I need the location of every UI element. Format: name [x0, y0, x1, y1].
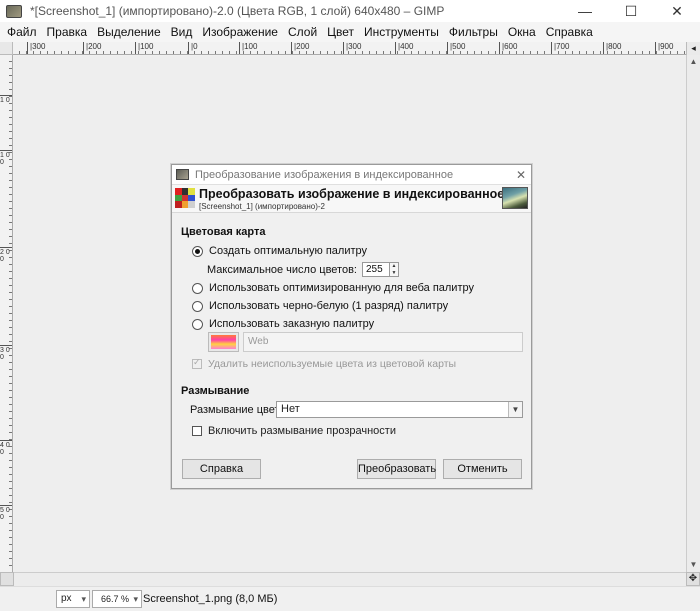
ruler-label: 1 0 — [0, 95, 12, 104]
menu-file[interactable]: Файл — [2, 25, 42, 39]
chevron-down-icon[interactable]: ▼ — [508, 402, 522, 417]
ruler-label: 2 0 0 — [0, 247, 12, 263]
menu-filters[interactable]: Фильтры — [444, 25, 503, 39]
dither-color-value: Нет — [281, 403, 300, 415]
remove-unused-checkbox-row[interactable]: Удалить неиспользуемые цвета из цветовой… — [192, 357, 457, 370]
menu-layer[interactable]: Слой — [283, 25, 322, 39]
custom-palette-field[interactable]: Web — [243, 332, 523, 352]
ruler-label: 5 0 0 — [0, 505, 12, 521]
radio-button[interactable] — [192, 282, 203, 294]
radio-button-checked[interactable] — [192, 245, 203, 257]
dialog-window-title: Преобразование изображения в индексирова… — [195, 168, 454, 181]
navigate-icon[interactable]: ✥ — [686, 572, 700, 586]
unit-select[interactable]: px — [56, 590, 90, 608]
menu-windows[interactable]: Окна — [503, 25, 541, 39]
max-colors-input[interactable]: 255 — [361, 262, 390, 277]
ruler-label: |100 — [239, 42, 257, 54]
ruler-label: |500 — [447, 42, 465, 54]
convert-button[interactable]: Преобразовать — [357, 459, 436, 479]
dither-color-select[interactable]: Нет ▼ — [276, 401, 523, 418]
convert-indexed-dialog: Преобразование изображения в индексирова… — [171, 164, 532, 489]
ruler-label: |100 — [135, 42, 153, 54]
radio-label: Создать оптимальную палитру — [209, 245, 367, 257]
ruler-label: |700 — [551, 42, 569, 54]
radio-button[interactable] — [192, 318, 203, 330]
scroll-up-icon[interactable]: ▲ — [687, 55, 700, 69]
radio-custom-palette[interactable]: Использовать заказную палитру — [192, 318, 374, 330]
close-button[interactable]: ✕ — [654, 0, 700, 22]
max-colors-row: Максимальное число цветов: 255 ▲ ▼ — [207, 262, 399, 277]
dither-transparency-row[interactable]: Включить размывание прозрачности — [192, 425, 396, 437]
menu-tools[interactable]: Инструменты — [359, 25, 444, 39]
dialog-header-title: Преобразовать изображение в индексирован… — [199, 187, 505, 201]
navigate-corner-icon[interactable]: ◂ — [686, 42, 700, 55]
radio-optimal-palette[interactable]: Создать оптимальную палитру — [192, 245, 367, 257]
max-colors-label: Максимальное число цветов: — [207, 263, 357, 276]
menu-view[interactable]: Вид — [166, 25, 198, 39]
cancel-button[interactable]: Отменить — [443, 459, 522, 479]
ruler-label: |800 — [603, 42, 621, 54]
window-title: *[Screenshot_1] (импортировано)-2.0 (Цве… — [30, 4, 445, 18]
menu-colors[interactable]: Цвет — [322, 25, 359, 39]
dither-transparency-label: Включить размывание прозрачности — [208, 425, 396, 437]
ruler-label: |0 — [188, 42, 198, 54]
custom-palette-swatch[interactable] — [208, 332, 239, 352]
image-thumbnail — [502, 187, 528, 209]
radio-label: Использовать черно-белую (1 разряд) пали… — [209, 300, 449, 312]
ruler-label: 3 0 0 — [0, 345, 12, 361]
gimp-dialog-icon — [176, 169, 189, 180]
menu-help[interactable]: Справка — [541, 25, 598, 39]
scroll-down-icon[interactable]: ▼ — [687, 558, 700, 572]
minimize-button[interactable]: — — [562, 0, 608, 22]
dither-transparency-checkbox[interactable] — [192, 426, 202, 436]
menu-bar: Файл Правка Выделение Вид Изображение Сл… — [0, 22, 700, 42]
quick-mask-toggle[interactable] — [0, 572, 14, 586]
spin-down-icon[interactable]: ▼ — [390, 270, 398, 277]
gimp-app-icon — [6, 4, 22, 18]
ruler-corner-button[interactable] — [0, 42, 13, 55]
ruler-label: |900 — [655, 42, 673, 54]
menu-select[interactable]: Выделение — [92, 25, 166, 39]
ruler-label: |400 — [395, 42, 413, 54]
ruler-label: |200 — [291, 42, 309, 54]
help-button[interactable]: Справка — [182, 459, 261, 479]
radio-label: Использовать оптимизированную для веба п… — [209, 282, 474, 294]
ruler-label: |300 — [343, 42, 361, 54]
vertical-ruler[interactable]: 1 0 1 0 0 2 0 0 3 0 0 4 0 0 5 0 0 — [0, 55, 13, 572]
colormap-section-label: Цветовая карта — [181, 226, 266, 238]
dialog-close-button[interactable]: ✕ — [511, 168, 531, 182]
ruler-label: |200 — [83, 42, 101, 54]
radio-web-palette[interactable]: Использовать оптимизированную для веба п… — [192, 282, 474, 294]
status-bar: px 66.7 % Screenshot_1.png (8,0 МБ) — [0, 586, 700, 611]
status-file-info: Screenshot_1.png (8,0 МБ) — [143, 593, 278, 605]
remove-unused-checkbox[interactable] — [192, 357, 202, 369]
ruler-label: 4 0 0 — [0, 440, 12, 456]
dither-section-label: Размывание — [181, 385, 250, 397]
dialog-titlebar: Преобразование изображения в индексирова… — [172, 165, 531, 185]
remove-unused-label: Удалить неиспользуемые цвета из цветовой… — [208, 358, 457, 370]
ruler-label: |600 — [499, 42, 517, 54]
radio-bw-palette[interactable]: Использовать черно-белую (1 разряд) пали… — [192, 300, 448, 312]
vertical-scrollbar[interactable]: ▲ ▼ — [686, 55, 700, 572]
max-colors-spinner[interactable]: ▲ ▼ — [389, 262, 399, 277]
zoom-select[interactable]: 66.7 % — [92, 590, 142, 608]
menu-image[interactable]: Изображение — [197, 25, 283, 39]
ruler-label: |300 — [27, 42, 45, 54]
window-titlebar: *[Screenshot_1] (импортировано)-2.0 (Цве… — [0, 0, 700, 22]
dither-color-label: Размывание цвета: — [190, 404, 289, 416]
radio-button[interactable] — [192, 300, 203, 312]
dialog-header-subtitle: [Screenshot_1] (импортировано)-2 — [199, 202, 326, 211]
ruler-label: 1 0 0 — [0, 150, 12, 166]
horizontal-scrollbar[interactable] — [14, 572, 686, 586]
dialog-header: Преобразовать изображение в индексирован… — [172, 185, 531, 213]
radio-label: Использовать заказную палитру — [209, 318, 375, 330]
palette-icon — [175, 188, 195, 208]
maximize-button[interactable]: ☐ — [608, 0, 654, 22]
palette-preview-icon — [211, 335, 236, 349]
menu-edit[interactable]: Правка — [42, 25, 93, 39]
horizontal-ruler[interactable]: |300 |200 |100 |0 |100 |200 |300 |400 |5… — [13, 42, 686, 55]
